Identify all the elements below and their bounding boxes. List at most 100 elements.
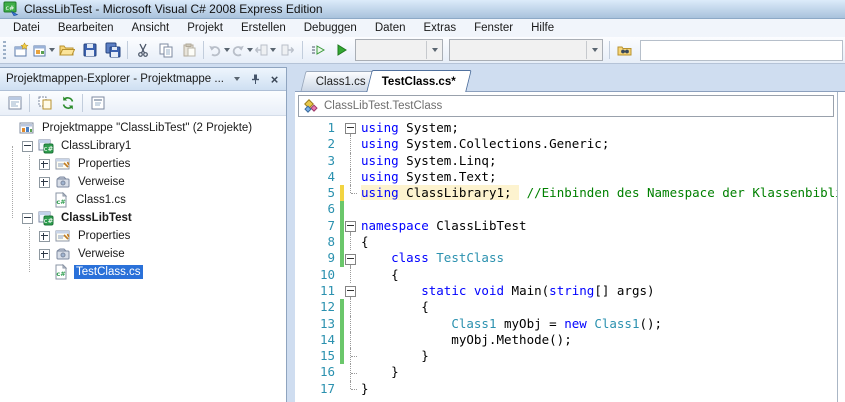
menu-erstellen[interactable]: Erstellen xyxy=(232,21,295,35)
csfile-icon: c# xyxy=(53,192,69,208)
tree-item-classlibtest-properties[interactable]: Properties xyxy=(0,227,286,245)
line-number: 12 xyxy=(295,299,339,315)
window-position-menu-button[interactable] xyxy=(229,72,244,87)
collapse-toggle-icon[interactable] xyxy=(22,141,33,152)
tree-item-project-classlibtest[interactable]: c#ClassLibTest xyxy=(0,209,286,227)
solution-configurations-combobox[interactable] xyxy=(355,39,443,61)
menu-fenster[interactable]: Fenster xyxy=(465,21,522,35)
fold-line xyxy=(350,267,351,283)
panel-splitter[interactable] xyxy=(287,67,295,402)
combobox-dropdown-icon xyxy=(432,48,438,52)
code-line-3[interactable]: 3using System.Linq; xyxy=(295,153,837,169)
tab-testclass-cs[interactable]: TestClass.cs* xyxy=(366,70,471,92)
menu-extras[interactable]: Extras xyxy=(415,21,466,35)
code-line-13[interactable]: 13 Class1 myObj = new Class1(); xyxy=(295,316,837,332)
paste-button[interactable] xyxy=(177,39,200,61)
svg-text:c#: c# xyxy=(44,145,54,153)
cut-icon xyxy=(135,42,151,58)
tree-item-classlibrary1-properties[interactable]: Properties xyxy=(0,155,286,173)
add-new-item-button[interactable] xyxy=(32,39,55,61)
code-line-10[interactable]: 10 { xyxy=(295,267,837,283)
line-number: 17 xyxy=(295,381,339,397)
tree-item-classlibtest-testclass-cs[interactable]: c#TestClass.cs xyxy=(0,263,286,281)
menu-debuggen[interactable]: Debuggen xyxy=(295,21,366,35)
code-line-8[interactable]: 8{ xyxy=(295,234,837,250)
toolbar-grip[interactable] xyxy=(3,41,6,59)
tree-item-classlibtest-verweise[interactable]: Verweise xyxy=(0,245,286,263)
code-line-9[interactable]: 9 class TestClass xyxy=(295,250,837,266)
save-all-icon xyxy=(105,42,121,58)
expand-toggle-icon[interactable] xyxy=(39,231,50,242)
collapse-toggle-icon[interactable] xyxy=(22,213,33,224)
cut-button[interactable] xyxy=(131,39,154,61)
fold-line xyxy=(350,153,351,169)
code-text xyxy=(358,201,361,217)
tree-item-label: Projektmappe "ClassLibTest" (2 Projekte) xyxy=(40,121,254,135)
solution-explorer-header: Projektmappen-Explorer - Projektmappe ..… xyxy=(0,68,286,91)
tree-item-project-classlibrary1[interactable]: c#ClassLibrary1 xyxy=(0,137,286,155)
solution-platforms-combobox[interactable] xyxy=(449,39,603,61)
menu-projekt[interactable]: Projekt xyxy=(178,21,232,35)
code-editor[interactable]: 1using System;2using System.Collections.… xyxy=(295,120,837,402)
tree-item-solution[interactable]: Projektmappe "ClassLibTest" (2 Projekte) xyxy=(0,119,286,137)
fold-margin xyxy=(344,299,358,315)
undo-button[interactable] xyxy=(207,39,230,61)
view-class-diagram-button[interactable] xyxy=(86,92,109,114)
line-number: 1 xyxy=(295,120,339,136)
svg-text:c#: c# xyxy=(56,270,65,278)
code-line-17[interactable]: 17} xyxy=(295,381,837,397)
toolbar-separator xyxy=(29,94,30,112)
new-project-button[interactable] xyxy=(9,39,32,61)
code-line-1[interactable]: 1using System; xyxy=(295,120,837,136)
code-line-4[interactable]: 4using System.Text; xyxy=(295,169,837,185)
menu-datei[interactable]: Datei xyxy=(4,21,49,35)
code-line-7[interactable]: 7namespace ClassLibTest xyxy=(295,218,837,234)
fold-margin xyxy=(344,120,358,136)
fold-collapse-icon[interactable] xyxy=(345,123,356,134)
navigate-forward-button[interactable] xyxy=(276,39,299,61)
tree-item-classlibrary1-verweise[interactable]: Verweise xyxy=(0,173,286,191)
expand-toggle-icon[interactable] xyxy=(39,249,50,260)
expand-toggle-icon[interactable] xyxy=(39,159,50,170)
copy-button[interactable] xyxy=(154,39,177,61)
code-text: static void Main(string[] args) xyxy=(358,283,655,299)
find-combobox[interactable] xyxy=(640,40,843,61)
menu-hilfe[interactable]: Hilfe xyxy=(522,21,563,35)
navigate-forward-icon xyxy=(280,42,296,58)
code-text: using ClassLibrary1; //Einbinden des Nam… xyxy=(358,185,837,201)
redo-button[interactable] xyxy=(230,39,253,61)
refresh-button[interactable] xyxy=(56,92,79,114)
code-text: { xyxy=(358,299,429,315)
code-line-16[interactable]: 16 } xyxy=(295,364,837,380)
code-line-6[interactable]: 6 xyxy=(295,201,837,217)
code-line-15[interactable]: 15 } xyxy=(295,348,837,364)
start-debugging-button[interactable] xyxy=(329,39,352,61)
code-line-2[interactable]: 2using System.Collections.Generic; xyxy=(295,136,837,152)
fold-collapse-icon[interactable] xyxy=(345,221,356,232)
solution-tree: Projektmappe "ClassLibTest" (2 Projekte)… xyxy=(0,116,286,402)
open-file-button[interactable] xyxy=(55,39,78,61)
menu-ansicht[interactable]: Ansicht xyxy=(122,21,178,35)
code-line-12[interactable]: 12 { xyxy=(295,299,837,315)
show-all-files-button[interactable] xyxy=(33,92,56,114)
menu-daten[interactable]: Daten xyxy=(366,21,415,35)
code-line-5[interactable]: 5using ClassLibrary1; //Einbinden des Na… xyxy=(295,185,837,201)
class-navigator-bar[interactable]: ClassLibTest.TestClass xyxy=(298,95,834,117)
fold-collapse-icon[interactable] xyxy=(345,254,356,265)
menu-bearbeiten[interactable]: Bearbeiten xyxy=(49,21,123,35)
properties-button[interactable] xyxy=(3,92,26,114)
code-line-11[interactable]: 11 static void Main(string[] args) xyxy=(295,283,837,299)
save-all-button[interactable] xyxy=(101,39,124,61)
close-panel-button[interactable]: × xyxy=(267,72,282,87)
navigate-backward-button[interactable] xyxy=(253,39,276,61)
start-without-debugging-button[interactable] xyxy=(306,39,329,61)
tree-item-classlibrary1-class1-cs[interactable]: c#Class1.cs xyxy=(0,191,286,209)
fold-line xyxy=(351,389,357,390)
auto-hide-pin-button[interactable] xyxy=(248,72,263,87)
save-button[interactable] xyxy=(78,39,101,61)
properties-icon xyxy=(55,228,71,244)
code-line-14[interactable]: 14 myObj.Methode(); xyxy=(295,332,837,348)
expand-toggle-icon[interactable] xyxy=(39,177,50,188)
fold-collapse-icon[interactable] xyxy=(345,286,356,297)
find-in-files-button[interactable] xyxy=(613,39,636,61)
